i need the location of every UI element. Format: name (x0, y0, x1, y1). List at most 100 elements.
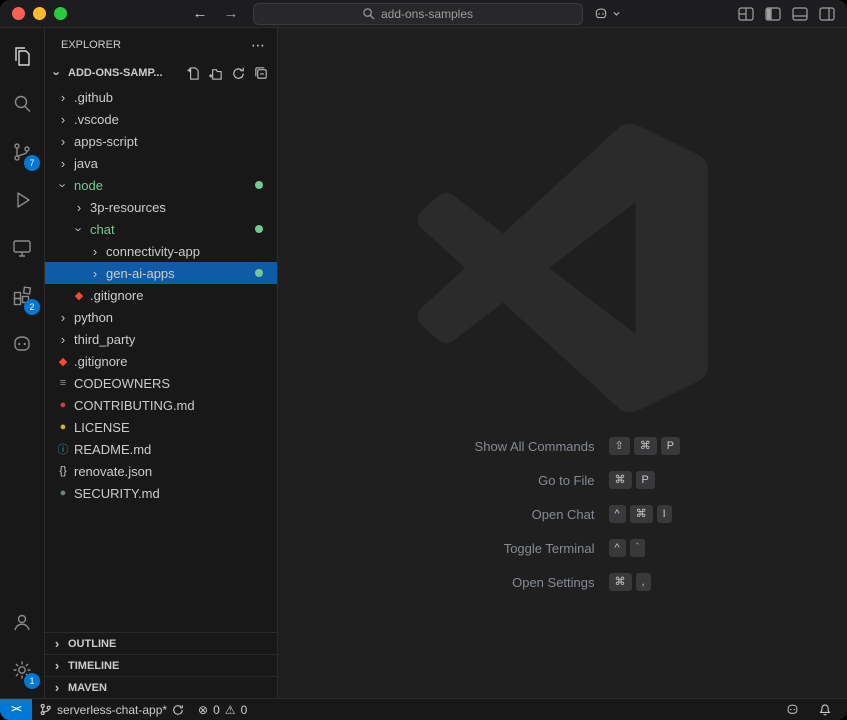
keycap: ` (630, 539, 646, 557)
customize-layout-icon[interactable] (738, 7, 754, 21)
tree-item-contributing-md[interactable]: ●CONTRIBUTING.md (45, 394, 277, 416)
notifications-item[interactable] (811, 703, 839, 717)
section-timeline[interactable]: ›TIMELINE (45, 654, 277, 676)
copilot-menu-button[interactable] (593, 6, 621, 22)
section-outline[interactable]: ›OUTLINE (45, 632, 277, 654)
activity-extensions[interactable]: 2 (0, 272, 44, 320)
tree-item-vscode[interactable]: ›.vscode (45, 108, 277, 130)
status-bar: >< serverless-chat-app* ⊗ 0 ⚠ 0 (0, 698, 847, 720)
toggle-primary-sidebar-icon[interactable] (765, 7, 781, 21)
activity-explorer[interactable] (0, 32, 44, 80)
command-center-search[interactable]: add-ons-samples (253, 3, 583, 25)
project-root-item[interactable]: › ADD-ONS-SAMP... (45, 62, 277, 84)
tree-item-label: README.md (74, 442, 151, 457)
window-controls (12, 7, 67, 20)
sync-icon (172, 704, 184, 716)
keycap: , (636, 573, 651, 591)
tree-item-label: connectivity-app (106, 244, 200, 259)
tree-item-gitignore[interactable]: ◆.gitignore (45, 350, 277, 372)
copilot-status-item[interactable] (778, 702, 807, 717)
chevron-right-icon: › (55, 90, 71, 105)
tree-item-node[interactable]: ›node (45, 174, 277, 196)
vscode-logo-watermark (418, 123, 708, 418)
settings-badge: 1 (24, 673, 40, 689)
activity-search[interactable] (0, 80, 44, 128)
remote-indicator[interactable]: >< (0, 699, 32, 720)
branch-status-item[interactable]: serverless-chat-app* (32, 699, 191, 720)
forward-icon[interactable]: → (224, 5, 239, 22)
section-maven[interactable]: ›MAVEN (45, 676, 277, 698)
readme-file-icon: ⓘ (55, 441, 71, 457)
files-icon (10, 44, 34, 68)
activity-remote-explorer[interactable] (0, 224, 44, 272)
collapse-all-icon[interactable] (254, 66, 269, 81)
accounts-button[interactable] (0, 598, 44, 646)
tree-item-3p-resources[interactable]: ›3p-resources (45, 196, 277, 218)
back-icon[interactable]: ← (193, 5, 208, 22)
tree-item-label: .github (74, 90, 113, 105)
new-folder-icon[interactable] (208, 66, 223, 81)
chevron-down-icon (612, 9, 621, 18)
zoom-button[interactable] (54, 7, 67, 20)
activity-run-debug[interactable] (0, 176, 44, 224)
git-file-icon: ◆ (55, 355, 71, 368)
tree-item-codeowners[interactable]: ≡CODEOWNERS (45, 372, 277, 394)
refresh-icon[interactable] (231, 66, 246, 81)
tree-item-python[interactable]: ›python (45, 306, 277, 328)
keycap: ⌘ (609, 573, 632, 591)
tree-item-github[interactable]: ›.github (45, 86, 277, 108)
remote-explorer-icon (10, 236, 34, 260)
copilot-icon (785, 702, 800, 717)
shortcut-label: Toggle Terminal (385, 541, 595, 556)
tree-item-gen-ai-apps[interactable]: ›gen-ai-apps (45, 262, 277, 284)
tree-item-renovate-json[interactable]: {}renovate.json (45, 460, 277, 482)
warning-count: 0 (241, 703, 248, 717)
tree-item-apps-script[interactable]: ›apps-script (45, 130, 277, 152)
git-modified-dot-icon (255, 225, 263, 233)
tree-item-label: java (74, 156, 98, 171)
toggle-panel-icon[interactable] (792, 7, 808, 21)
source-control-badge: 7 (24, 155, 40, 171)
explorer-sidebar: EXPLORER ⋯ › ADD-ONS-SAMP... ›.github›.v… (45, 28, 278, 698)
problems-status-item[interactable]: ⊗ 0 ⚠ 0 (191, 699, 254, 720)
new-file-icon[interactable] (185, 66, 200, 81)
sidebar-title: EXPLORER (61, 39, 121, 51)
minimize-button[interactable] (33, 7, 46, 20)
titlebar: ← → add-ons-samples (0, 0, 847, 28)
keycap: ⌘ (634, 437, 657, 455)
tree-item-label: .vscode (74, 112, 119, 127)
warning-icon: ⚠ (225, 704, 236, 716)
editor-area: Show All Commands⇧⌘P Go to File⌘P Open Cha… (278, 28, 847, 698)
tree-item-readme-md[interactable]: ⓘREADME.md (45, 438, 277, 460)
security-file-icon: ● (55, 487, 71, 499)
toggle-secondary-sidebar-icon[interactable] (819, 7, 835, 21)
watermark-shortcuts: Show All Commands⇧⌘P Go to File⌘P Open Cha… (385, 436, 741, 592)
shortcut-row: Open Settings⌘, (385, 572, 741, 592)
shortcut-row: Go to File⌘P (385, 470, 741, 490)
chevron-right-icon: › (71, 200, 87, 215)
tree-item-label: CODEOWNERS (74, 376, 170, 391)
shortcut-row: Show All Commands⇧⌘P (385, 436, 741, 456)
tree-item-connectivity-app[interactable]: ›connectivity-app (45, 240, 277, 262)
tree-item-security-md[interactable]: ●SECURITY.md (45, 482, 277, 504)
chevron-right-icon: › (49, 636, 65, 651)
shortcut-row: Open Chat^⌘I (385, 504, 741, 524)
codeowners-file-icon: ≡ (55, 377, 71, 389)
tree-item-java[interactable]: ›java (45, 152, 277, 174)
tree-item-label: SECURITY.md (74, 486, 160, 501)
section-label: TIMELINE (68, 660, 119, 672)
tree-item-gitignore[interactable]: ◆.gitignore (45, 284, 277, 306)
tree-item-license[interactable]: ●LICENSE (45, 416, 277, 438)
tree-item-label: python (74, 310, 113, 325)
tree-item-chat[interactable]: ›chat (45, 218, 277, 240)
shortcut-row: Toggle Terminal^` (385, 538, 741, 558)
vscode-window: ← → add-ons-samples (0, 0, 847, 720)
close-button[interactable] (12, 7, 25, 20)
activity-copilot-chat[interactable] (0, 320, 44, 368)
tree-item-third-party[interactable]: ›third_party (45, 328, 277, 350)
more-actions-icon[interactable]: ⋯ (247, 37, 269, 54)
settings-button[interactable]: 1 (0, 646, 44, 694)
keycap: ⇧ (609, 437, 630, 455)
activity-source-control[interactable]: 7 (0, 128, 44, 176)
keycap: P (661, 437, 680, 455)
